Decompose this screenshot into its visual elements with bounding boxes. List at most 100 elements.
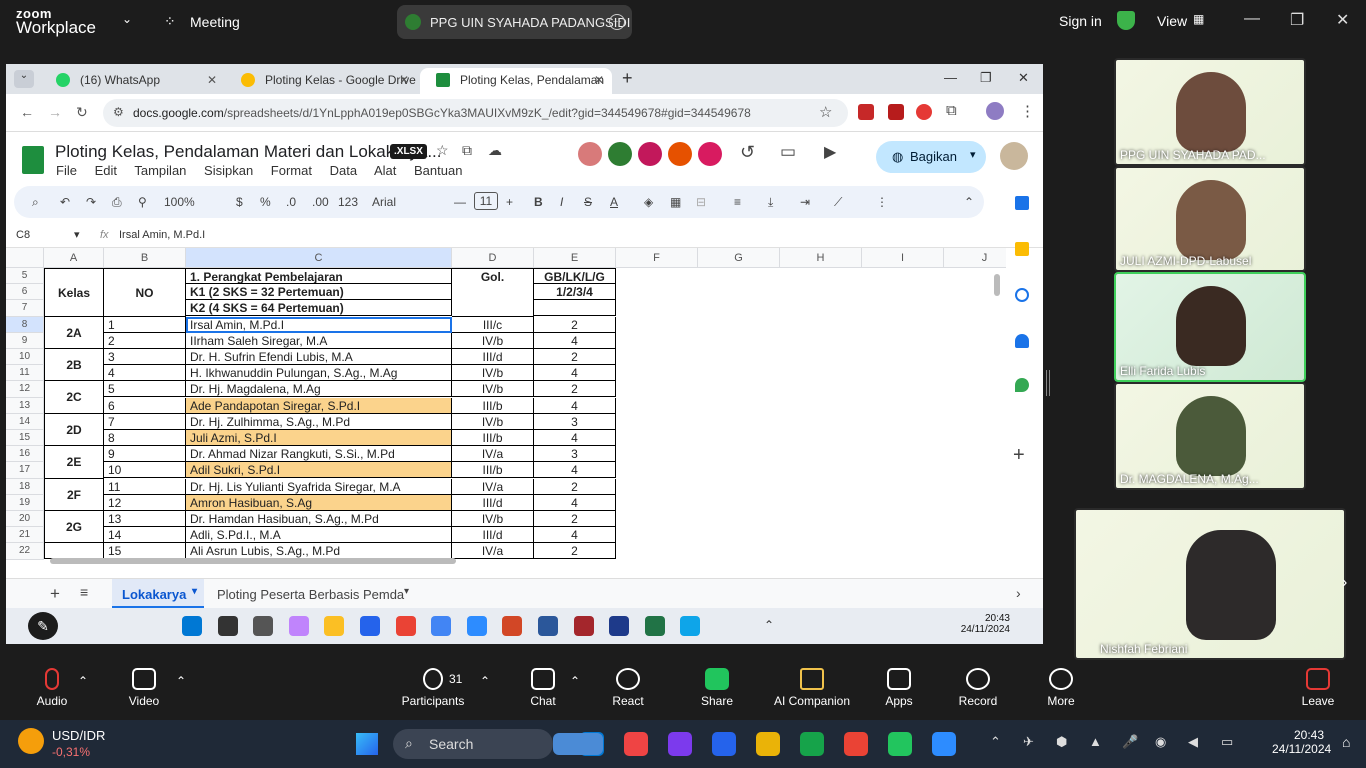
move-folder-icon[interactable]: ⧉ [462,142,472,159]
cell-gol[interactable]: III/d [452,349,534,365]
next-page-icon[interactable]: › [1342,574,1347,592]
cell-gol[interactable]: III/c [452,316,534,333]
cell-gol[interactable]: III/b [452,430,534,446]
row-header[interactable]: 7 [6,300,44,317]
annotate-pen-icon[interactable]: ✎ [28,612,58,640]
increase-font-icon[interactable]: + [506,195,513,209]
app-icon[interactable] [680,616,701,636]
tray-icon[interactable]: ◉ [1155,734,1166,750]
row-header[interactable]: 22 [6,543,44,560]
bold-icon[interactable]: B [534,195,543,209]
weather-icon[interactable] [18,728,44,754]
cell-name[interactable]: Ade Pandapotan Siregar, S.Pd.I [186,397,452,414]
cell-e[interactable]: 4 [534,494,616,511]
header-c3[interactable]: K2 (4 SKS = 64 Pertemuan) [186,300,452,317]
minimize-icon[interactable]: — [944,70,957,85]
tab-search-icon[interactable]: ⌄ [14,70,34,88]
cell-gol[interactable]: IV/b [452,381,534,398]
cell-no[interactable]: 5 [104,381,186,398]
more-icon[interactable]: ··· [609,14,625,30]
chevron-down-icon[interactable]: ▾ [74,228,80,241]
star-icon[interactable]: ☆ [819,103,832,121]
close-tab-icon[interactable]: ✕ [207,68,217,92]
menu-file[interactable]: File [56,163,77,178]
menu-view[interactable]: Tampilan [134,163,186,178]
cell-no[interactable]: 9 [104,446,186,463]
new-tab-icon[interactable]: + [622,68,633,89]
tray-chevron-icon[interactable]: ⌃ [764,618,774,632]
cell-name[interactable]: Juli Azmi, S.Pd.I [186,430,452,446]
row-header[interactable]: 15 [6,430,44,447]
meeting-label[interactable]: Meeting [190,14,240,30]
cell-no[interactable]: 3 [104,349,186,365]
record-button[interactable]: Record [938,662,1018,708]
keep-icon[interactable] [1015,242,1029,256]
add-sheet-icon[interactable]: + [50,584,60,604]
cell-e[interactable]: 4 [534,462,616,479]
cell-name[interactable]: Ali Asrun Lubis, S.Ag., M.Pd [186,543,452,560]
cell-gol[interactable]: IV/b [452,413,534,430]
scrollbar[interactable] [50,558,456,564]
puzzle-icon[interactable]: ⧉ [946,102,957,119]
collaborator-avatar[interactable] [578,142,602,166]
calendar-icon[interactable] [1015,196,1029,210]
cell-e[interactable]: 4 [534,430,616,446]
class-cell[interactable]: 2C [44,381,104,414]
tray-icon[interactable]: ✈ [1023,734,1034,750]
cell-no[interactable]: 11 [104,478,186,495]
app-icon[interactable] [502,616,523,636]
currency-icon[interactable]: $ [236,195,243,209]
undo-icon[interactable]: ↶ [60,195,70,209]
row-header[interactable]: 18 [6,478,44,495]
app-icon[interactable] [288,616,309,636]
maximize-icon[interactable]: ❐ [980,70,992,86]
collaborator-avatar[interactable] [638,142,662,166]
participant-tile[interactable]: PPG UIN SYAHADA PAD... [1114,58,1306,166]
chevron-up-icon[interactable]: ⌃ [176,674,186,688]
header-c2[interactable]: K1 (2 SKS = 32 Pertemuan) [186,284,452,301]
cell-gol[interactable]: IV/a [452,446,534,463]
column-header[interactable]: H [780,248,862,268]
cell-gol[interactable]: III/d [452,494,534,511]
taskbar-app-icon[interactable] [756,732,780,756]
redo-icon[interactable]: ↷ [86,195,96,209]
meet-icon[interactable]: ▶ [824,142,836,162]
cell-gol[interactable]: III/b [452,462,534,479]
leave-button[interactable]: Leave [1278,662,1358,708]
minimize-icon[interactable]: — [1244,10,1260,28]
row-header[interactable]: 19 [6,494,44,511]
extension-icon[interactable] [888,104,904,120]
cell-e[interactable]: 4 [534,332,616,349]
star-icon[interactable]: ☆ [436,142,449,159]
sheet-tab-ploting[interactable]: Ploting Peserta Berbasis Pemda [217,587,404,602]
tray-icon[interactable]: ▲ [1089,734,1102,749]
row-header[interactable]: 10 [6,349,44,366]
sheet-tab-lokakarya[interactable]: Lokakarya ▾ [112,579,204,609]
cell-name[interactable]: Dr. Ahmad Nizar Rangkuti, S.Si., M.Pd [186,446,452,463]
app-icon[interactable] [466,616,487,636]
taskbar-app-icon[interactable] [668,732,692,756]
rotate-icon[interactable]: ⟋ [834,195,842,210]
row-header[interactable]: 13 [6,397,44,414]
cell-name[interactable]: H. Ikhwanuddin Pulungan, S.Ag., M.Ag [186,365,452,382]
borders-icon[interactable]: ▦ [670,195,681,209]
decrease-font-icon[interactable]: — [454,195,466,209]
sheets-logo-icon[interactable] [22,146,44,174]
menu-format[interactable]: Format [271,163,312,178]
cell-no[interactable]: 1 [104,316,186,333]
share-button[interactable]: Share [677,662,757,708]
tray-icon[interactable]: ◀ [1188,734,1198,750]
avatar[interactable] [986,102,1004,120]
doc-title[interactable]: Ploting Kelas, Pendalaman Materi dan Lok… [55,142,442,162]
cell-e[interactable]: 4 [534,365,616,382]
grid-icon[interactable]: ▦ [1193,12,1204,26]
chevron-down-icon[interactable]: ⌄ [122,12,132,26]
chevron-down-icon[interactable]: ▾ [192,586,197,597]
column-header[interactable]: E [534,248,616,268]
taskbar-app-icon[interactable] [800,732,824,756]
cell-e[interactable]: 2 [534,381,616,398]
cell-name[interactable]: Dr. H. Sufrin Efendi Lubis, M.A [186,349,452,365]
italic-icon[interactable]: I [560,195,563,209]
row-header[interactable]: 14 [6,413,44,430]
row-header[interactable]: 11 [6,365,44,382]
